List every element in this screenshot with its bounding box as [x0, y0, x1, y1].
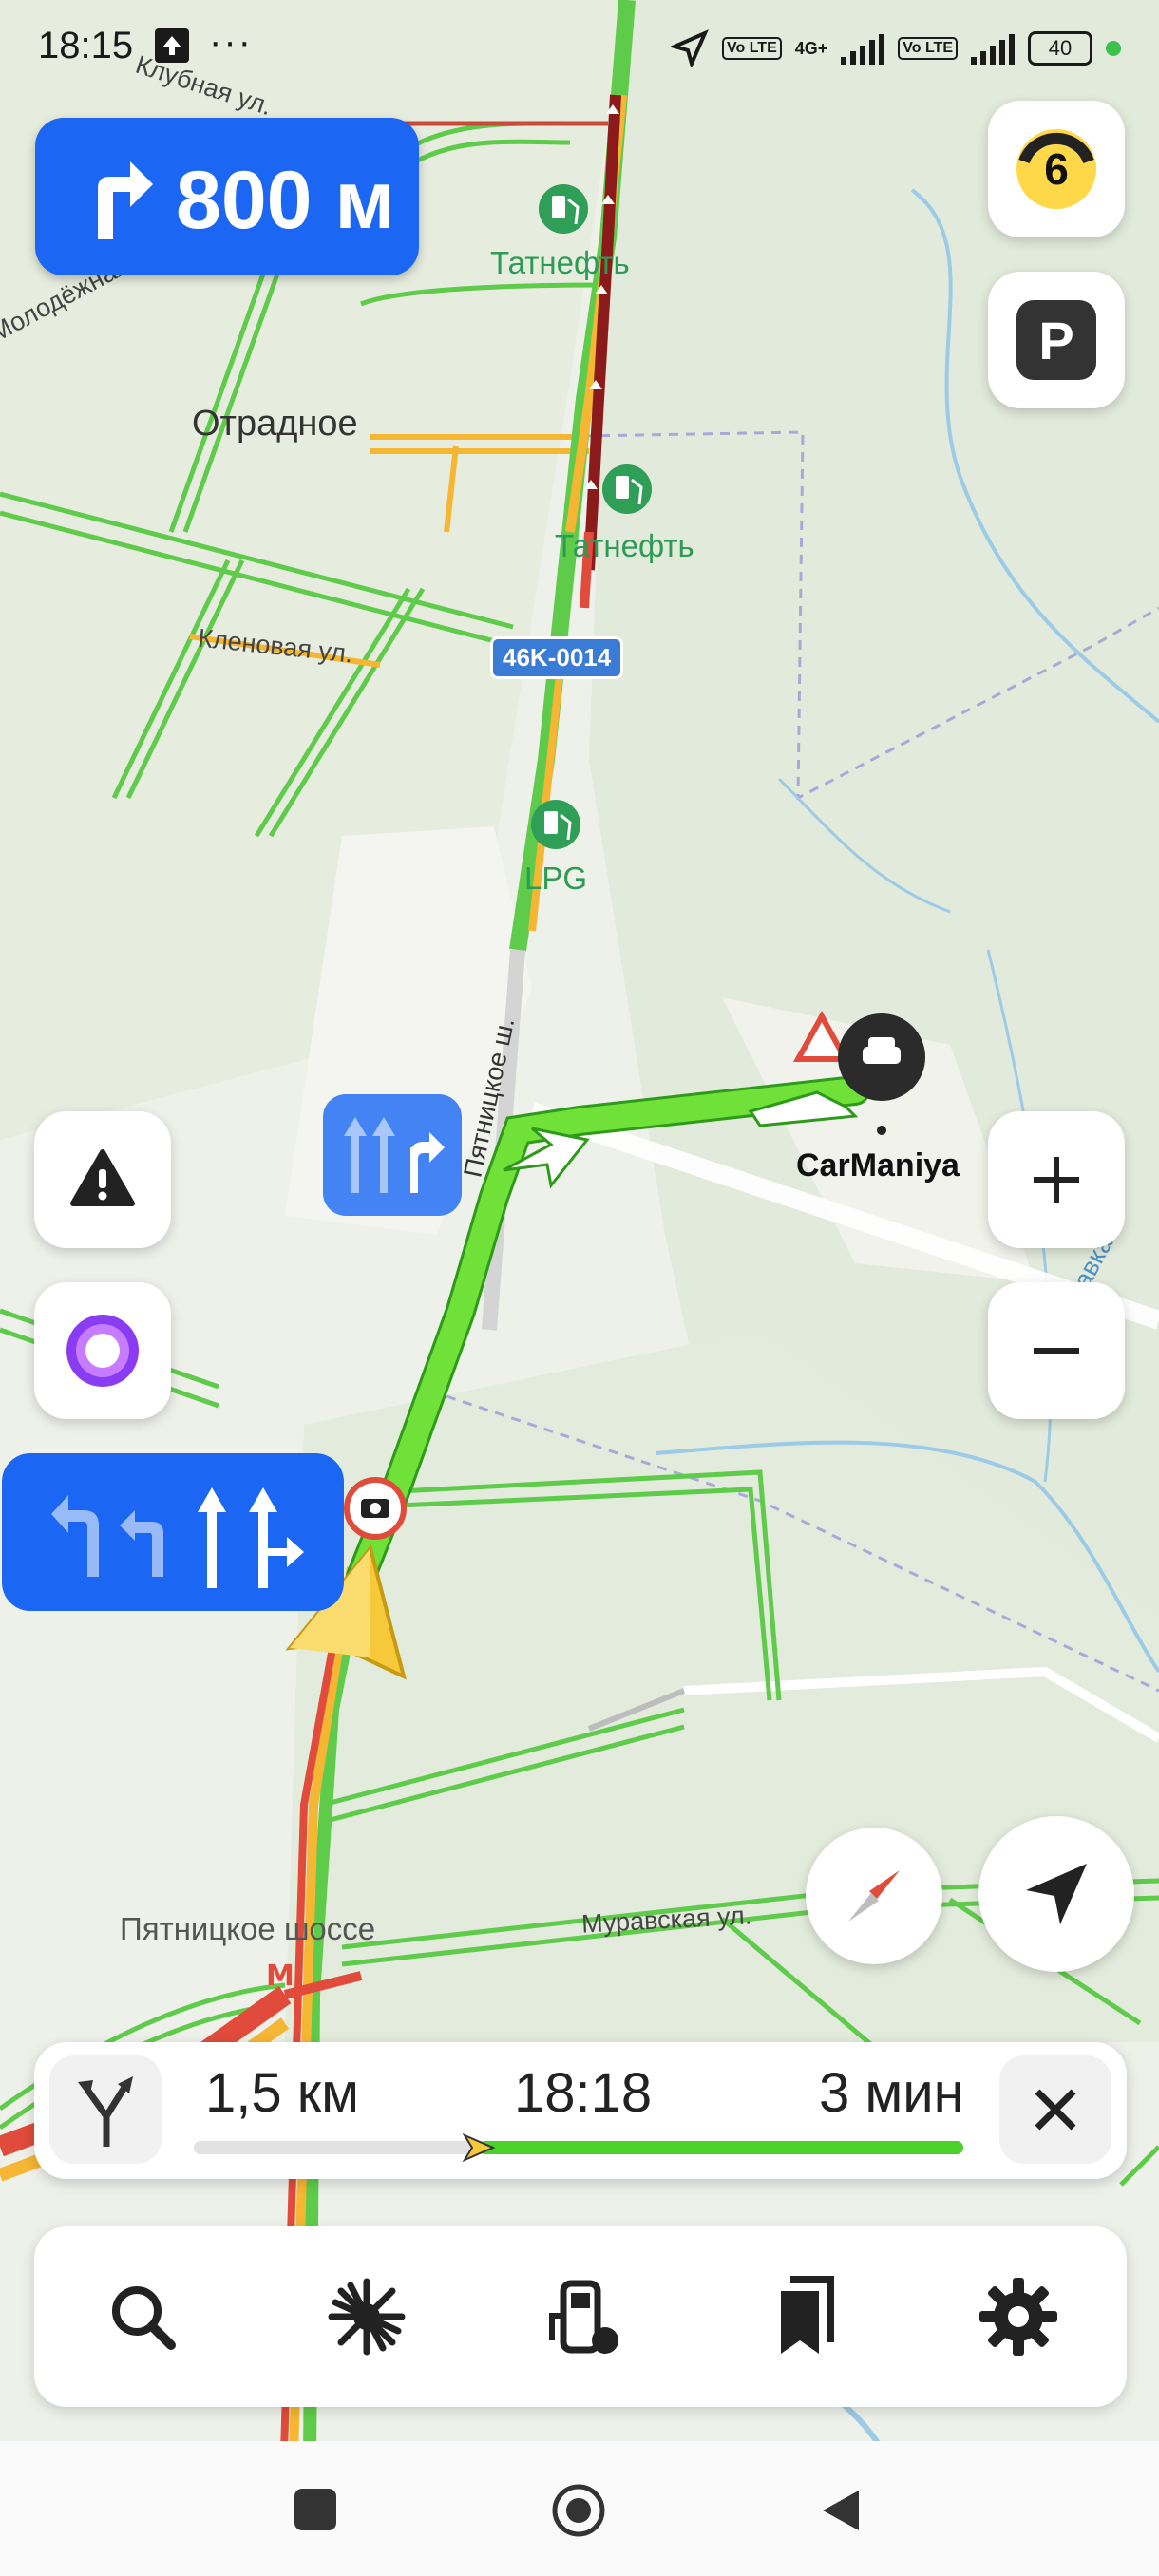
lanes-icon — [344, 1117, 445, 1193]
upload-icon — [155, 28, 189, 63]
map-label-tatneft: Татнефть — [555, 528, 694, 563]
gas-stations-button[interactable] — [528, 2260, 642, 2374]
gas-station-marker[interactable] — [539, 184, 588, 234]
map-label-poi[interactable]: CarManiya — [796, 1147, 960, 1184]
bottom-toolbar — [34, 2226, 1127, 2407]
traffic-level: 6 — [1044, 144, 1069, 194]
lane-hint-panel — [323, 1094, 462, 1216]
bookmarks-icon — [781, 2276, 834, 2354]
zoom-in-button[interactable] — [988, 1111, 1125, 1248]
gas-station-marker[interactable] — [531, 800, 580, 849]
close-icon — [1035, 2089, 1076, 2131]
discovery-icon — [328, 2278, 406, 2356]
fork-icon — [78, 2076, 133, 2147]
road-number-badge: 46K-0014 — [490, 636, 624, 679]
map-label-otradnoe: Отрадное — [192, 404, 358, 444]
alice-button[interactable] — [34, 1282, 171, 1419]
signal-icon — [841, 32, 885, 65]
position-marker-icon — [462, 2133, 495, 2162]
map-label-street: Пятницкое шоссе — [120, 1911, 376, 1946]
maneuver-distance: 800 м — [176, 155, 395, 246]
zoom-out-button[interactable] — [988, 1282, 1125, 1419]
compass-button[interactable] — [806, 1828, 942, 1964]
settings-icon — [979, 2278, 1057, 2356]
turn-right-icon — [98, 161, 153, 239]
navigation-arrow-icon — [1026, 1864, 1087, 1924]
route-duration: 3 мин — [819, 2062, 964, 2124]
network-type: 4G+ — [794, 38, 828, 58]
map-label-tatneft: Татнефть — [490, 245, 630, 280]
search-button[interactable] — [86, 2260, 200, 2374]
gas-station-icon — [549, 2280, 618, 2354]
maneuver-banner[interactable]: 800 м — [35, 118, 419, 275]
discovery-button[interactable] — [310, 2260, 424, 2374]
route-summary-panel[interactable]: 1,5 км 18:18 3 мин — [34, 2042, 1127, 2179]
parking-icon: P — [1016, 300, 1096, 380]
indicator-dot — [1106, 41, 1121, 56]
plus-icon — [1034, 1157, 1079, 1203]
report-incident-button[interactable] — [34, 1111, 171, 1248]
more-notifications-icon: ··· — [209, 21, 253, 63]
map[interactable]: M — [0, 0, 1159, 2576]
route-distance: 1,5 км — [205, 2062, 359, 2124]
warning-icon — [70, 1149, 135, 1206]
lanes-icon — [51, 1487, 304, 1588]
map-label-lpg: LPG — [524, 861, 588, 896]
route-progress-fill — [478, 2141, 963, 2154]
svg-text:M: M — [266, 1960, 294, 1993]
status-bar: 18:15 ··· Vo LTE 4G+ Vo LTE 40 — [0, 0, 1159, 95]
traffic-level-badge: 6 — [1016, 129, 1096, 209]
parking-button[interactable]: P — [988, 272, 1125, 408]
recent-apps-button[interactable] — [294, 2489, 336, 2530]
compass-icon — [848, 1870, 900, 1922]
minus-icon — [1034, 1348, 1079, 1354]
signal-icon — [971, 32, 1015, 65]
route-options-button[interactable] — [49, 2055, 162, 2164]
system-navigation-bar — [0, 2441, 1159, 2576]
gas-station-marker[interactable] — [602, 464, 652, 514]
status-time: 18:15 — [38, 25, 134, 66]
battery-icon: 40 — [1028, 31, 1092, 66]
bookmarks-button[interactable] — [749, 2260, 863, 2374]
back-button[interactable] — [817, 2487, 864, 2534]
home-button[interactable] — [551, 2483, 606, 2538]
route-arrival-time: 18:18 — [514, 2062, 653, 2124]
battery-level: 40 — [1048, 36, 1073, 60]
alice-icon — [66, 1315, 139, 1387]
end-route-button[interactable] — [999, 2055, 1112, 2164]
settings-button[interactable] — [961, 2260, 1075, 2374]
lane-guidance-panel — [2, 1453, 344, 1611]
my-location-button[interactable] — [978, 1816, 1134, 1972]
location-icon — [671, 29, 709, 67]
search-icon — [112, 2286, 176, 2350]
route-progress-bar — [194, 2133, 963, 2162]
traffic-button[interactable]: 6 — [988, 101, 1125, 237]
volte-badge: Vo LTE — [898, 37, 958, 60]
volte-badge: Vo LTE — [722, 37, 782, 60]
